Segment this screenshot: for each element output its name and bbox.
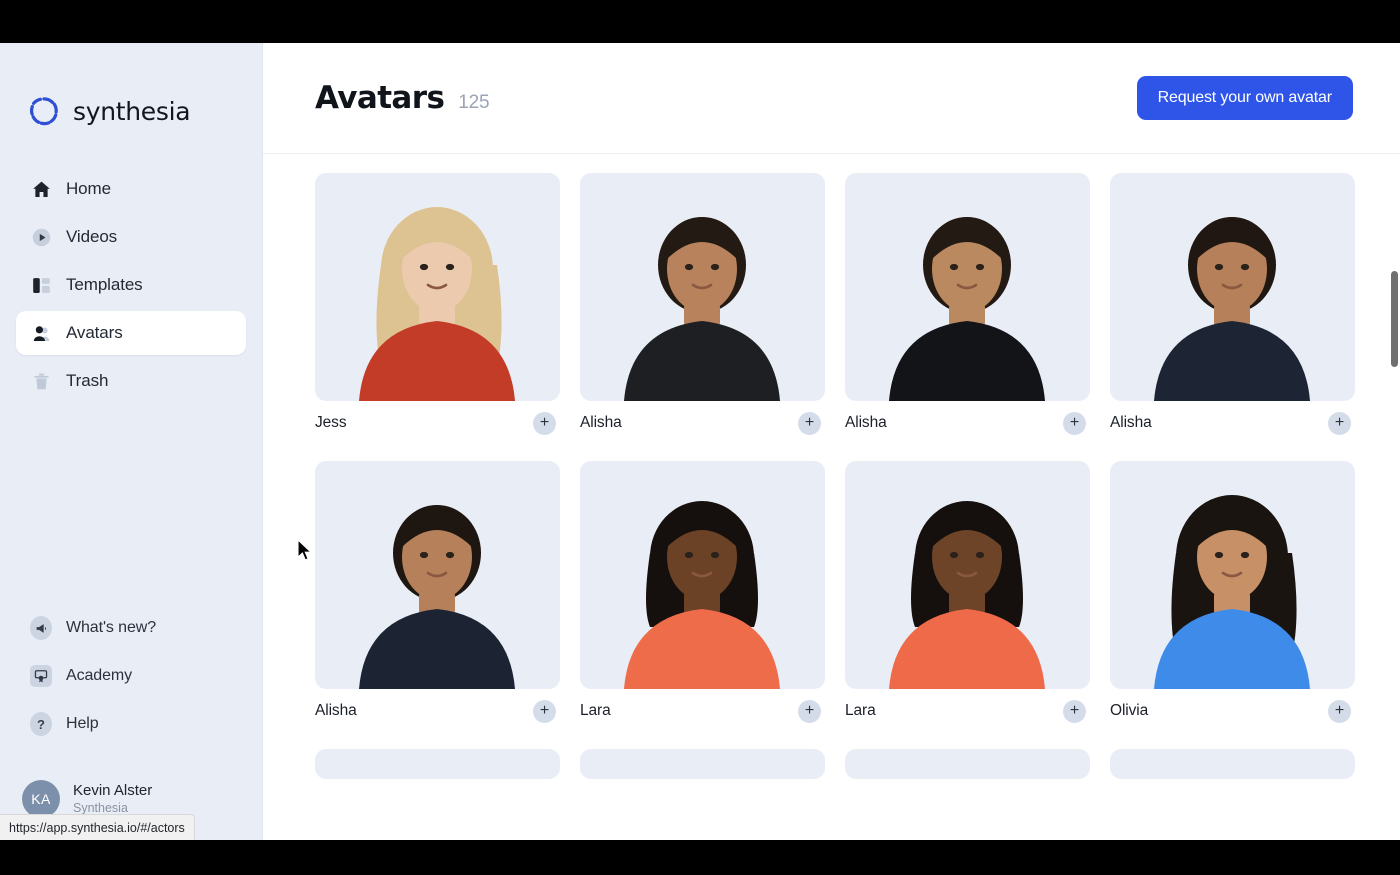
add-avatar-button[interactable]: + [533, 411, 556, 435]
sidebar-item-home[interactable]: Home [16, 167, 246, 211]
page-scrollbar-track[interactable] [1389, 43, 1400, 840]
avatar-grid: Tony+Tony+Tony+Jess+Jess+Alisha+Alisha+A… [263, 153, 1400, 779]
avatar-thumbnail[interactable] [845, 749, 1090, 779]
avatar-card[interactable]: Lara + [580, 461, 825, 733]
page-scrollbar-thumb[interactable] [1391, 271, 1398, 367]
sidebar-item-academy[interactable]: Academy [16, 656, 246, 696]
main-content: Avatars 125 Request your own avatar Tony… [263, 43, 1400, 840]
avatar-name: Lara [845, 702, 876, 719]
user-name: Kevin Alster [73, 781, 153, 799]
avatar-card[interactable]: Olivia + [1110, 461, 1355, 733]
avatar-thumbnail[interactable] [315, 749, 560, 779]
title-group: Avatars 125 [315, 80, 490, 116]
sidebar-item-whats-new[interactable]: What's new? [16, 608, 246, 648]
page-title: Avatars [315, 80, 445, 116]
megaphone-icon [30, 616, 52, 640]
avatar-thumbnail[interactable] [1110, 749, 1355, 779]
sidebar-item-trash[interactable]: Trash [16, 359, 246, 403]
avatar-thumbnail[interactable] [1110, 461, 1355, 689]
avatar-card-footer: Alisha + [580, 401, 825, 445]
sidebar-item-help[interactable]: ? Help [16, 704, 246, 744]
avatar-card[interactable]: Alisha + [1110, 173, 1355, 445]
avatar-name: Alisha [315, 702, 357, 719]
avatar-thumbnail[interactable] [315, 461, 560, 689]
avatar-thumbnail[interactable] [845, 173, 1090, 401]
letterbox-top [0, 0, 1400, 43]
sidebar: synthesia Home Videos Templates Avatars … [0, 43, 263, 840]
avatars-icon [30, 322, 52, 344]
avatar-grid-scroll-area[interactable]: Tony+Tony+Tony+Jess+Jess+Alisha+Alisha+A… [263, 153, 1400, 840]
avatar-card[interactable]: Alisha + [845, 173, 1090, 445]
sidebar-item-label: Trash [66, 371, 109, 390]
avatar-name: Alisha [580, 414, 622, 431]
avatar-thumbnail[interactable] [580, 749, 825, 779]
avatar-card-footer: Lara + [845, 689, 1090, 733]
avatar-card[interactable] [580, 749, 825, 779]
avatar-card-footer: Lara + [580, 689, 825, 733]
add-avatar-button[interactable]: + [1328, 699, 1351, 723]
avatar-card-footer: Alisha + [315, 689, 560, 733]
avatar-thumbnail[interactable] [1110, 173, 1355, 401]
avatar-name: Olivia [1110, 702, 1149, 719]
sidebar-item-templates[interactable]: Templates [16, 263, 246, 307]
avatar-thumbnail[interactable] [845, 461, 1090, 689]
sidebar-item-label: Avatars [66, 323, 123, 342]
avatar-card-footer: Olivia + [1110, 689, 1355, 733]
browser-viewport: synthesia Home Videos Templates Avatars … [0, 43, 1400, 840]
avatar-thumbnail[interactable] [315, 173, 560, 401]
sidebar-item-label: Home [66, 179, 111, 198]
synthesia-logo-icon [26, 93, 62, 129]
academy-icon [30, 665, 52, 687]
primary-nav: Home Videos Templates Avatars Trash [0, 167, 262, 403]
templates-icon [30, 274, 52, 296]
help-glyph: ? [30, 712, 52, 736]
avatar-card[interactable] [845, 749, 1090, 779]
avatar-card-footer: Alisha + [845, 401, 1090, 445]
add-avatar-button[interactable]: + [798, 699, 821, 723]
help-icon: ? [30, 712, 52, 736]
add-avatar-button[interactable]: + [1063, 411, 1086, 435]
sidebar-item-label: Templates [66, 275, 143, 294]
avatar-card-footer: Jess + [315, 401, 560, 445]
sidebar-item-label: Help [66, 715, 99, 732]
avatar-card[interactable]: Jess + [315, 173, 560, 445]
sidebar-item-videos[interactable]: Videos [16, 215, 246, 259]
screen-root: synthesia Home Videos Templates Avatars … [0, 0, 1400, 875]
brand-name: synthesia [73, 96, 191, 126]
avatar-card[interactable]: Alisha + [580, 173, 825, 445]
avatar-card[interactable]: Alisha + [315, 461, 560, 733]
sidebar-item-label: What's new? [66, 619, 156, 636]
video-play-icon [30, 226, 52, 248]
sidebar-item-label: Videos [66, 227, 118, 246]
request-own-avatar-button[interactable]: Request your own avatar [1136, 76, 1353, 120]
avatar-count: 125 [458, 92, 490, 113]
avatar-thumbnail[interactable] [580, 173, 825, 401]
add-avatar-button[interactable]: + [1328, 411, 1351, 435]
avatar: KA [22, 780, 60, 818]
brand-logo[interactable]: synthesia [0, 43, 262, 129]
avatar-name: Alisha [845, 414, 887, 431]
secondary-nav: What's new? Academy ? Help [0, 608, 262, 744]
letterbox-bottom [0, 840, 1400, 875]
avatar-name: Jess [315, 414, 347, 431]
avatar-name: Lara [580, 702, 611, 719]
add-avatar-button[interactable]: + [1063, 699, 1086, 723]
avatar-card[interactable]: Lara + [845, 461, 1090, 733]
home-icon [30, 178, 52, 200]
trash-icon [30, 370, 52, 392]
page-header: Avatars 125 Request your own avatar [263, 43, 1400, 153]
avatar-card-footer: Alisha + [1110, 401, 1355, 445]
add-avatar-button[interactable]: + [798, 411, 821, 435]
avatar-card[interactable] [315, 749, 560, 779]
user-account-block[interactable]: KA Kevin Alster Synthesia [22, 780, 152, 818]
add-avatar-button[interactable]: + [533, 699, 556, 723]
avatar-thumbnail[interactable] [580, 461, 825, 689]
avatar-card[interactable] [1110, 749, 1355, 779]
browser-status-bar: https://app.synthesia.io/#/actors [0, 814, 195, 840]
avatar-name: Alisha [1110, 414, 1152, 431]
sidebar-item-label: Academy [66, 667, 132, 684]
header-divider [263, 153, 1400, 154]
sidebar-item-avatars[interactable]: Avatars [16, 311, 246, 355]
